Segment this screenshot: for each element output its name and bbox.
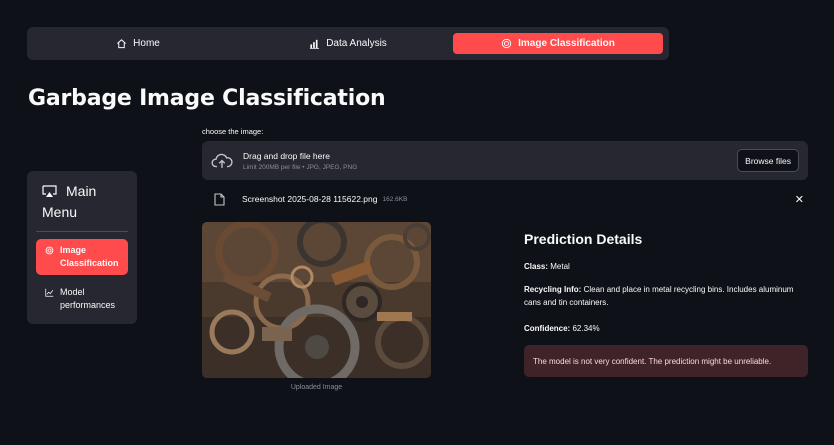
home-icon [117,39,127,49]
file-icon [214,192,225,206]
cloud-upload-icon [211,153,233,168]
tab-image-classification-label: Image Classification [518,38,615,49]
image-caption: Uploaded Image [290,384,343,391]
airplay-icon [42,185,57,197]
scrap-metal-picture [202,222,431,378]
target-icon [45,246,54,255]
uploaded-file-row: Screenshot 2025-08-28 115622.png 162.6KB… [214,191,804,207]
line-chart-icon [45,288,54,297]
prediction-confidence: Confidence: 62.34% [524,324,600,333]
file-name: Screenshot 2025-08-28 115622.png [242,194,378,204]
target-icon [501,38,512,49]
sidebar: Main Menu Image Classification Model per… [27,171,137,324]
sidebar-divider [36,231,128,232]
sidebar-title: Main Menu [42,183,97,220]
top-navigation: Home Data Analysis Image Classification [27,27,669,60]
prediction-title: Prediction Details [524,231,643,247]
sidebar-item-image-classification[interactable]: Image Classification [36,239,128,275]
drop-instructions: Drag and drop file here [243,150,330,161]
browse-files-button[interactable]: Browse files [737,149,799,172]
tab-home-label: Home [133,38,160,49]
file-limit-text: Limit 200MB per file • JPG, JPEG, PNG [243,163,358,171]
file-size: 162.6KB [382,195,408,203]
sidebar-item-model-performances[interactable]: Model performances [36,281,128,317]
page-title: Garbage Image Classification [28,86,386,111]
uploaded-image [202,222,431,378]
low-confidence-warning: The model is not very confident. The pre… [524,345,808,377]
upload-label: choose the image: [202,127,264,136]
remove-file-button[interactable]: ✕ [795,193,804,206]
file-dropzone[interactable]: Drag and drop file here Limit 200MB per … [202,141,808,180]
tab-data-analysis-label: Data Analysis [326,38,387,49]
tab-data-analysis[interactable]: Data Analysis [243,33,453,54]
prediction-class: Class: Metal [524,262,570,271]
tab-image-classification[interactable]: Image Classification [453,33,663,54]
prediction-recycling-info: Recycling Info: Clean and place in metal… [524,285,794,307]
bar-chart-icon [310,39,320,49]
tab-home[interactable]: Home [33,33,243,54]
